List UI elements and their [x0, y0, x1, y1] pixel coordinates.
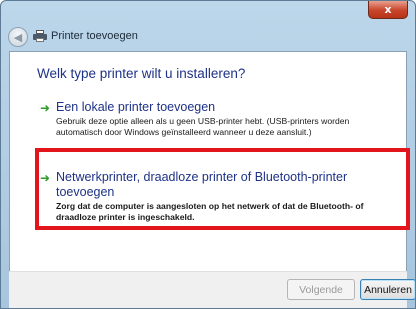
- option-local-printer-description: Gebruik deze optie alleen als u geen USB…: [56, 116, 350, 137]
- wizard-content: Welk type printer wilt u installeren? ➜ …: [9, 51, 410, 308]
- option-network-printer-title: Netwerkprinter, draadloze printer of Blu…: [56, 170, 348, 199]
- add-printer-window: x ◀ Printer toevoegen Welk type printer …: [0, 0, 416, 309]
- option-local-printer-title: Een lokale printer toevoegen: [56, 100, 216, 114]
- next-button[interactable]: Volgende: [287, 279, 355, 300]
- page-heading: Welk type printer wilt u installeren?: [37, 66, 246, 81]
- back-button[interactable]: ◀: [8, 27, 28, 47]
- close-button[interactable]: x: [368, 1, 408, 19]
- option-network-printer-description: Zorg dat de computer is aangesloten op h…: [56, 201, 364, 222]
- green-arrow-icon: ➜: [40, 171, 51, 185]
- printer-icon: [33, 30, 47, 42]
- window-title: Printer toevoegen: [33, 30, 138, 42]
- green-arrow-icon: ➜: [40, 101, 51, 115]
- close-icon: x: [384, 3, 392, 16]
- title-bar: x ◀ Printer toevoegen: [1, 1, 415, 47]
- option-network-printer[interactable]: ➜ Netwerkprinter, draadloze printer of B…: [34, 168, 398, 225]
- window-title-text: Printer toevoegen: [51, 30, 138, 42]
- option-local-printer[interactable]: ➜ Een lokale printer toevoegen Gebruik d…: [34, 98, 398, 140]
- wizard-footer: Volgende Annuleren: [9, 271, 415, 308]
- back-arrow-icon: ◀: [13, 30, 23, 44]
- cancel-button[interactable]: Annuleren: [360, 279, 415, 300]
